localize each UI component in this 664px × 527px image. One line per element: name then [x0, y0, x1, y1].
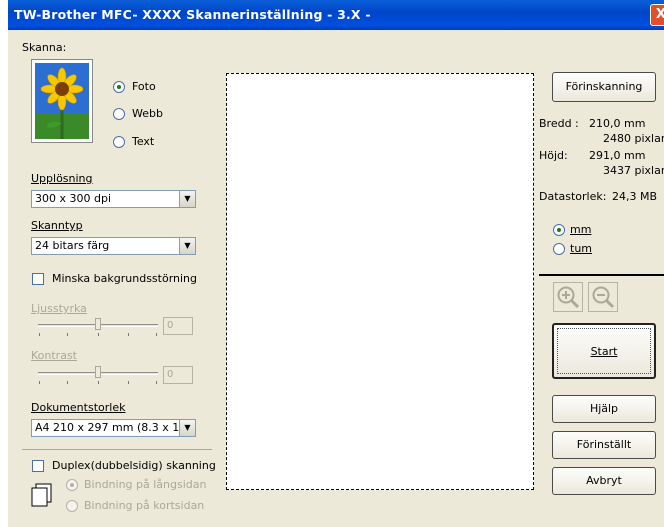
scan-text-radio[interactable] — [113, 136, 125, 148]
resolution-label: Upplösning — [31, 172, 93, 185]
zoom-in-button[interactable] — [553, 282, 583, 312]
height-px-value: 3437 pixlar — [603, 164, 664, 177]
default-button[interactable]: Förinställt — [552, 431, 656, 459]
contrast-value[interactable]: 0 — [163, 366, 193, 384]
width-label: Bredd : — [539, 117, 579, 130]
title-bar: TW-Brother MFC- XXXX Skannerinställning … — [8, 0, 664, 30]
unit-mm-label[interactable]: mm — [570, 223, 591, 236]
brightness-label: Ljusstyrka — [31, 302, 87, 315]
noise-reduction-checkbox[interactable] — [32, 273, 44, 285]
zoom-out-button[interactable] — [588, 282, 618, 312]
scan-text-label[interactable]: Text — [132, 135, 154, 148]
docsize-value: A4 210 x 297 mm (8.3 x 11. — [35, 421, 190, 434]
close-icon: X — [655, 7, 664, 22]
height-label: Höjd: — [539, 149, 568, 162]
scan-photo-label[interactable]: Foto — [132, 80, 156, 93]
help-button[interactable]: Hjälp — [552, 395, 656, 423]
scan-web-radio[interactable] — [113, 108, 125, 120]
scan-label: Skanna: — [22, 41, 67, 54]
panel-separator — [539, 274, 664, 276]
height-mm-value: 291,0 mm — [589, 149, 646, 162]
chevron-down-icon: ▼ — [179, 420, 195, 436]
resolution-select[interactable]: 300 x 300 dpi ▼ — [31, 190, 196, 208]
binding-long-edge-radio[interactable] — [66, 479, 78, 491]
docsize-select[interactable]: A4 210 x 297 mm (8.3 x 11. ▼ — [31, 419, 196, 437]
resolution-value: 300 x 300 dpi — [35, 192, 112, 205]
unit-inch-label[interactable]: tum — [570, 242, 592, 255]
chevron-down-icon: ▼ — [179, 238, 195, 254]
duplex-checkbox[interactable] — [32, 460, 44, 472]
scantype-select[interactable]: 24 bitars färg ▼ — [31, 237, 196, 255]
datasize-value: 24,3 MB — [612, 190, 658, 203]
binding-short-edge-radio[interactable] — [66, 500, 78, 512]
datasize-label: Datastorlek: — [539, 190, 607, 203]
contrast-label: Kontrast — [31, 349, 77, 362]
start-button[interactable]: Start — [552, 323, 656, 379]
scan-preview-area[interactable] — [226, 73, 534, 490]
noise-reduction-label[interactable]: Minska bakgrundsstörning — [52, 272, 197, 285]
scantype-value: 24 bitars färg — [35, 239, 110, 252]
scanner-settings-window: TW-Brother MFC- XXXX Skannerinställning … — [8, 0, 664, 527]
binding-short-edge-label: Bindning på kortsidan — [84, 499, 205, 512]
brightness-value[interactable]: 0 — [163, 317, 193, 335]
unit-mm-radio[interactable] — [553, 224, 565, 236]
contrast-slider-thumb[interactable] — [95, 366, 101, 378]
window-title: TW-Brother MFC- XXXX Skannerinställning … — [14, 7, 371, 22]
scan-web-label[interactable]: Webb — [132, 107, 163, 120]
docsize-label: Dokumentstorlek — [31, 401, 126, 414]
photo-thumbnail-icon — [31, 59, 93, 143]
duplex-label[interactable]: Duplex(dubbelsidig) skanning — [52, 459, 216, 472]
width-px-value: 2480 pixlar — [603, 132, 664, 145]
scantype-label: Skanntyp — [31, 219, 83, 232]
duplex-document-icon — [31, 483, 53, 507]
divider — [22, 449, 212, 450]
width-mm-value: 210,0 mm — [589, 117, 646, 130]
zoom-out-icon — [592, 286, 615, 309]
scan-photo-radio[interactable] — [113, 81, 125, 93]
cancel-button[interactable]: Avbryt — [552, 467, 656, 495]
unit-inch-radio[interactable] — [553, 243, 565, 255]
close-button[interactable]: X — [650, 4, 664, 26]
zoom-in-icon — [557, 286, 580, 309]
brightness-slider-thumb[interactable] — [95, 318, 101, 330]
binding-long-edge-label: Bindning på långsidan — [84, 478, 207, 491]
prescan-button[interactable]: Förinskanning — [552, 72, 656, 102]
chevron-down-icon: ▼ — [179, 191, 195, 207]
